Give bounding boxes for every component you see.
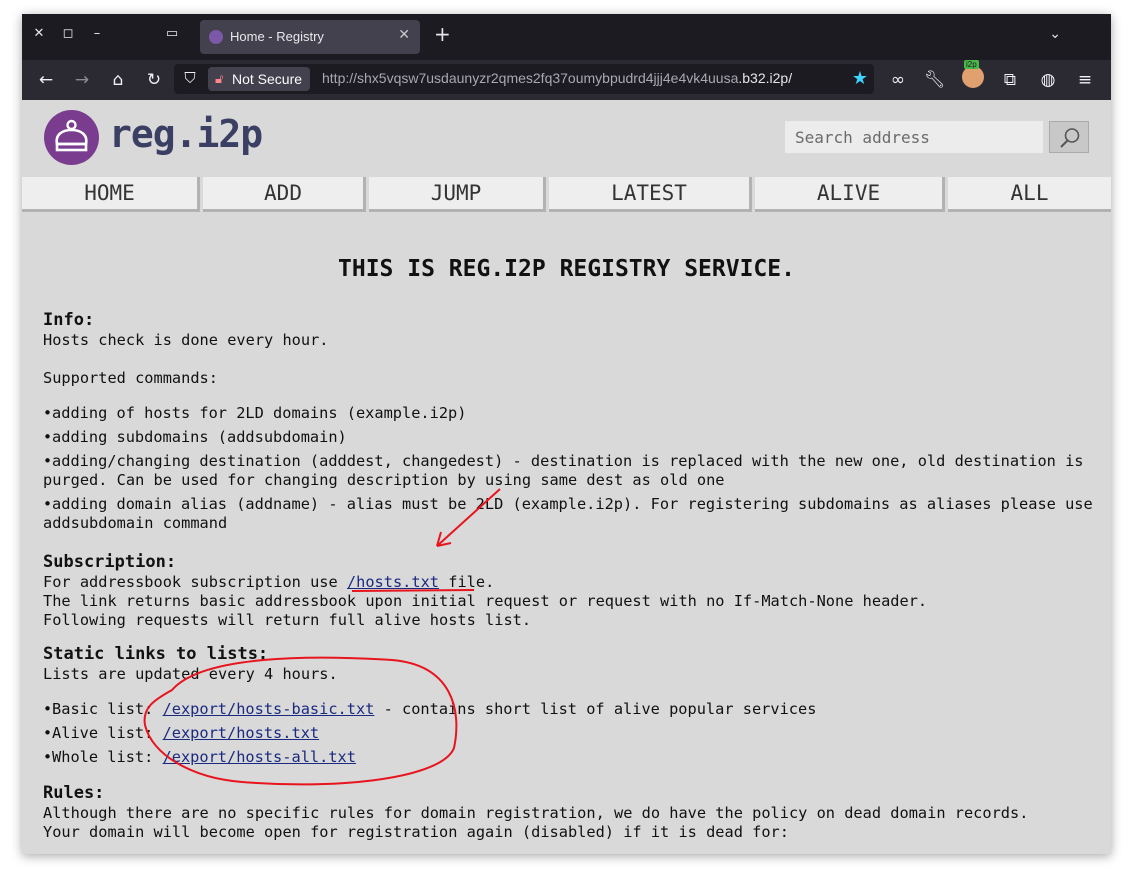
- list-item-basic: Basic list: /export/hosts-basic.txt - co…: [43, 700, 1093, 719]
- reload-icon[interactable]: ↻: [144, 70, 164, 90]
- tab-favicon-icon: [209, 30, 223, 44]
- hosts-basic-link[interactable]: /export/hosts-basic.txt: [163, 700, 375, 718]
- not-secure-label: Not Secure: [232, 71, 303, 87]
- info-text: Hosts check is done every hour.: [43, 331, 329, 349]
- wrench-icon[interactable]: 🔧︎: [924, 70, 946, 90]
- hosts-alive-link[interactable]: /export/hosts.txt: [163, 724, 320, 742]
- page-title: THIS IS REG.I2P REGISTRY SERVICE.: [338, 256, 795, 282]
- i2p-extension-badge: i2p: [964, 60, 979, 69]
- command-item: adding domain alias (addname) - alias mu…: [43, 495, 1093, 533]
- private-mask-icon[interactable]: ∞: [888, 70, 908, 90]
- list-item-alive: Alive list: /export/hosts.txt: [43, 724, 1093, 743]
- page-content: Info: Hosts check is done every hour. Su…: [43, 310, 1093, 842]
- hosts-all-link[interactable]: /export/hosts-all.txt: [163, 748, 356, 766]
- menu-item-latest[interactable]: LATEST: [549, 177, 752, 212]
- menu-item-all[interactable]: ALL: [948, 177, 1111, 212]
- crown-logo-icon[interactable]: [44, 110, 99, 165]
- home-icon[interactable]: ⌂: [108, 70, 128, 90]
- subscription-line-3: Following requests will return full aliv…: [43, 611, 532, 629]
- web-page: reg.i2p HOME ADD JUMP LATEST ALIVE ALL T…: [22, 100, 1111, 854]
- url-text[interactable]: http://shx5vqsw7usdaunyzr2qmes2fq37oumyb…: [322, 70, 792, 86]
- not-secure-indicator[interactable]: 🔓︎ Not Secure: [208, 67, 311, 91]
- list-label: Whole list:: [52, 748, 163, 766]
- subscription-line-2: The link returns basic addressbook upon …: [43, 592, 928, 610]
- commands-intro: Supported commands:: [43, 369, 218, 387]
- search-address-input[interactable]: [785, 121, 1043, 153]
- back-arrow-icon[interactable]: ←: [36, 70, 56, 90]
- subscription-line-1: For addressbook subscription use /hosts.…: [43, 573, 1093, 592]
- tab-strip: ✕ ◻ – ▭ Home - Registry ✕ + ⌄: [22, 14, 1111, 60]
- list-item-whole: Whole list: /export/hosts-all.txt: [43, 748, 1093, 767]
- url-host: .b32.i2p/: [738, 70, 793, 86]
- i2p-extension-icon[interactable]: i2p: [962, 60, 984, 88]
- list-label: Basic list:: [52, 700, 163, 718]
- subscription-pre: For addressbook subscription use: [43, 573, 347, 591]
- commands-list: adding of hosts for 2LD domains (example…: [43, 404, 1093, 533]
- tab-close-icon[interactable]: ✕: [398, 27, 410, 43]
- close-window-icon[interactable]: ✕: [30, 25, 48, 43]
- rules-line-1: Although there are no specific rules for…: [43, 804, 1029, 822]
- browser-window: ✕ ◻ – ▭ Home - Registry ✕ + ⌄ ← → ⌂ ↻ ⛉ …: [22, 14, 1111, 854]
- rules-heading: Rules:: [43, 783, 105, 803]
- address-bar[interactable]: ⛉ 🔓︎ Not Secure http://shx5vqsw7usdaunyz…: [174, 64, 874, 94]
- command-item: adding of hosts for 2LD domains (example…: [43, 404, 1093, 423]
- static-lists: Basic list: /export/hosts-basic.txt - co…: [43, 700, 1093, 767]
- list-suffix: - contains short list of alive popular s…: [374, 700, 817, 718]
- maximize-window-icon[interactable]: ◻: [59, 25, 77, 43]
- command-item: adding subdomains (addsubdomain): [43, 428, 1093, 447]
- subscription-post: file.: [439, 573, 495, 591]
- sync-account-icon[interactable]: ◍: [1038, 70, 1058, 90]
- bookmark-star-icon[interactable]: ★: [852, 68, 868, 89]
- extensions-puzzle-icon[interactable]: ⧉: [1000, 70, 1020, 90]
- search-button[interactable]: [1049, 121, 1089, 153]
- tab-list-chevron-icon[interactable]: ⌄: [1049, 26, 1061, 42]
- insecure-lock-icon: 🔓︎: [215, 71, 224, 86]
- main-menu: HOME ADD JUMP LATEST ALIVE ALL: [22, 175, 1111, 215]
- menu-item-jump[interactable]: JUMP: [369, 177, 546, 212]
- new-tab-icon[interactable]: +: [434, 24, 451, 44]
- hosts-txt-link[interactable]: /hosts.txt: [347, 573, 439, 591]
- menu-hamburger-icon[interactable]: ≡: [1075, 70, 1095, 90]
- navigation-toolbar: ← → ⌂ ↻ ⛉ 🔓︎ Not Secure http://shx5vqsw7…: [22, 60, 1111, 100]
- info-heading: Info:: [43, 310, 95, 330]
- minimize-window-icon[interactable]: –: [88, 25, 106, 43]
- menu-item-add[interactable]: ADD: [203, 177, 366, 212]
- url-path: http://shx5vqsw7usdaunyzr2qmes2fq37oumyb…: [322, 70, 739, 86]
- tab-overview-icon[interactable]: ▭: [163, 25, 181, 43]
- tab-home-registry[interactable]: Home - Registry ✕: [200, 20, 420, 54]
- static-links-heading: Static links to lists:: [43, 644, 269, 664]
- list-label: Alive list:: [52, 724, 163, 742]
- menu-item-home[interactable]: HOME: [22, 177, 200, 212]
- forward-arrow-icon[interactable]: →: [72, 70, 92, 90]
- subscription-heading: Subscription:: [43, 552, 177, 572]
- shield-icon[interactable]: ⛉: [180, 68, 200, 88]
- site-logo-text[interactable]: reg.i2p: [109, 112, 263, 156]
- menu-item-alive[interactable]: ALIVE: [755, 177, 945, 212]
- rules-line-2: Your domain will become open for registr…: [43, 823, 789, 841]
- site-header: reg.i2p: [22, 100, 1111, 175]
- search-icon: [1060, 128, 1080, 148]
- command-item: adding/changing destination (adddest, ch…: [43, 452, 1093, 490]
- tab-title: Home - Registry: [230, 29, 324, 44]
- static-links-text: Lists are updated every 4 hours.: [43, 665, 338, 683]
